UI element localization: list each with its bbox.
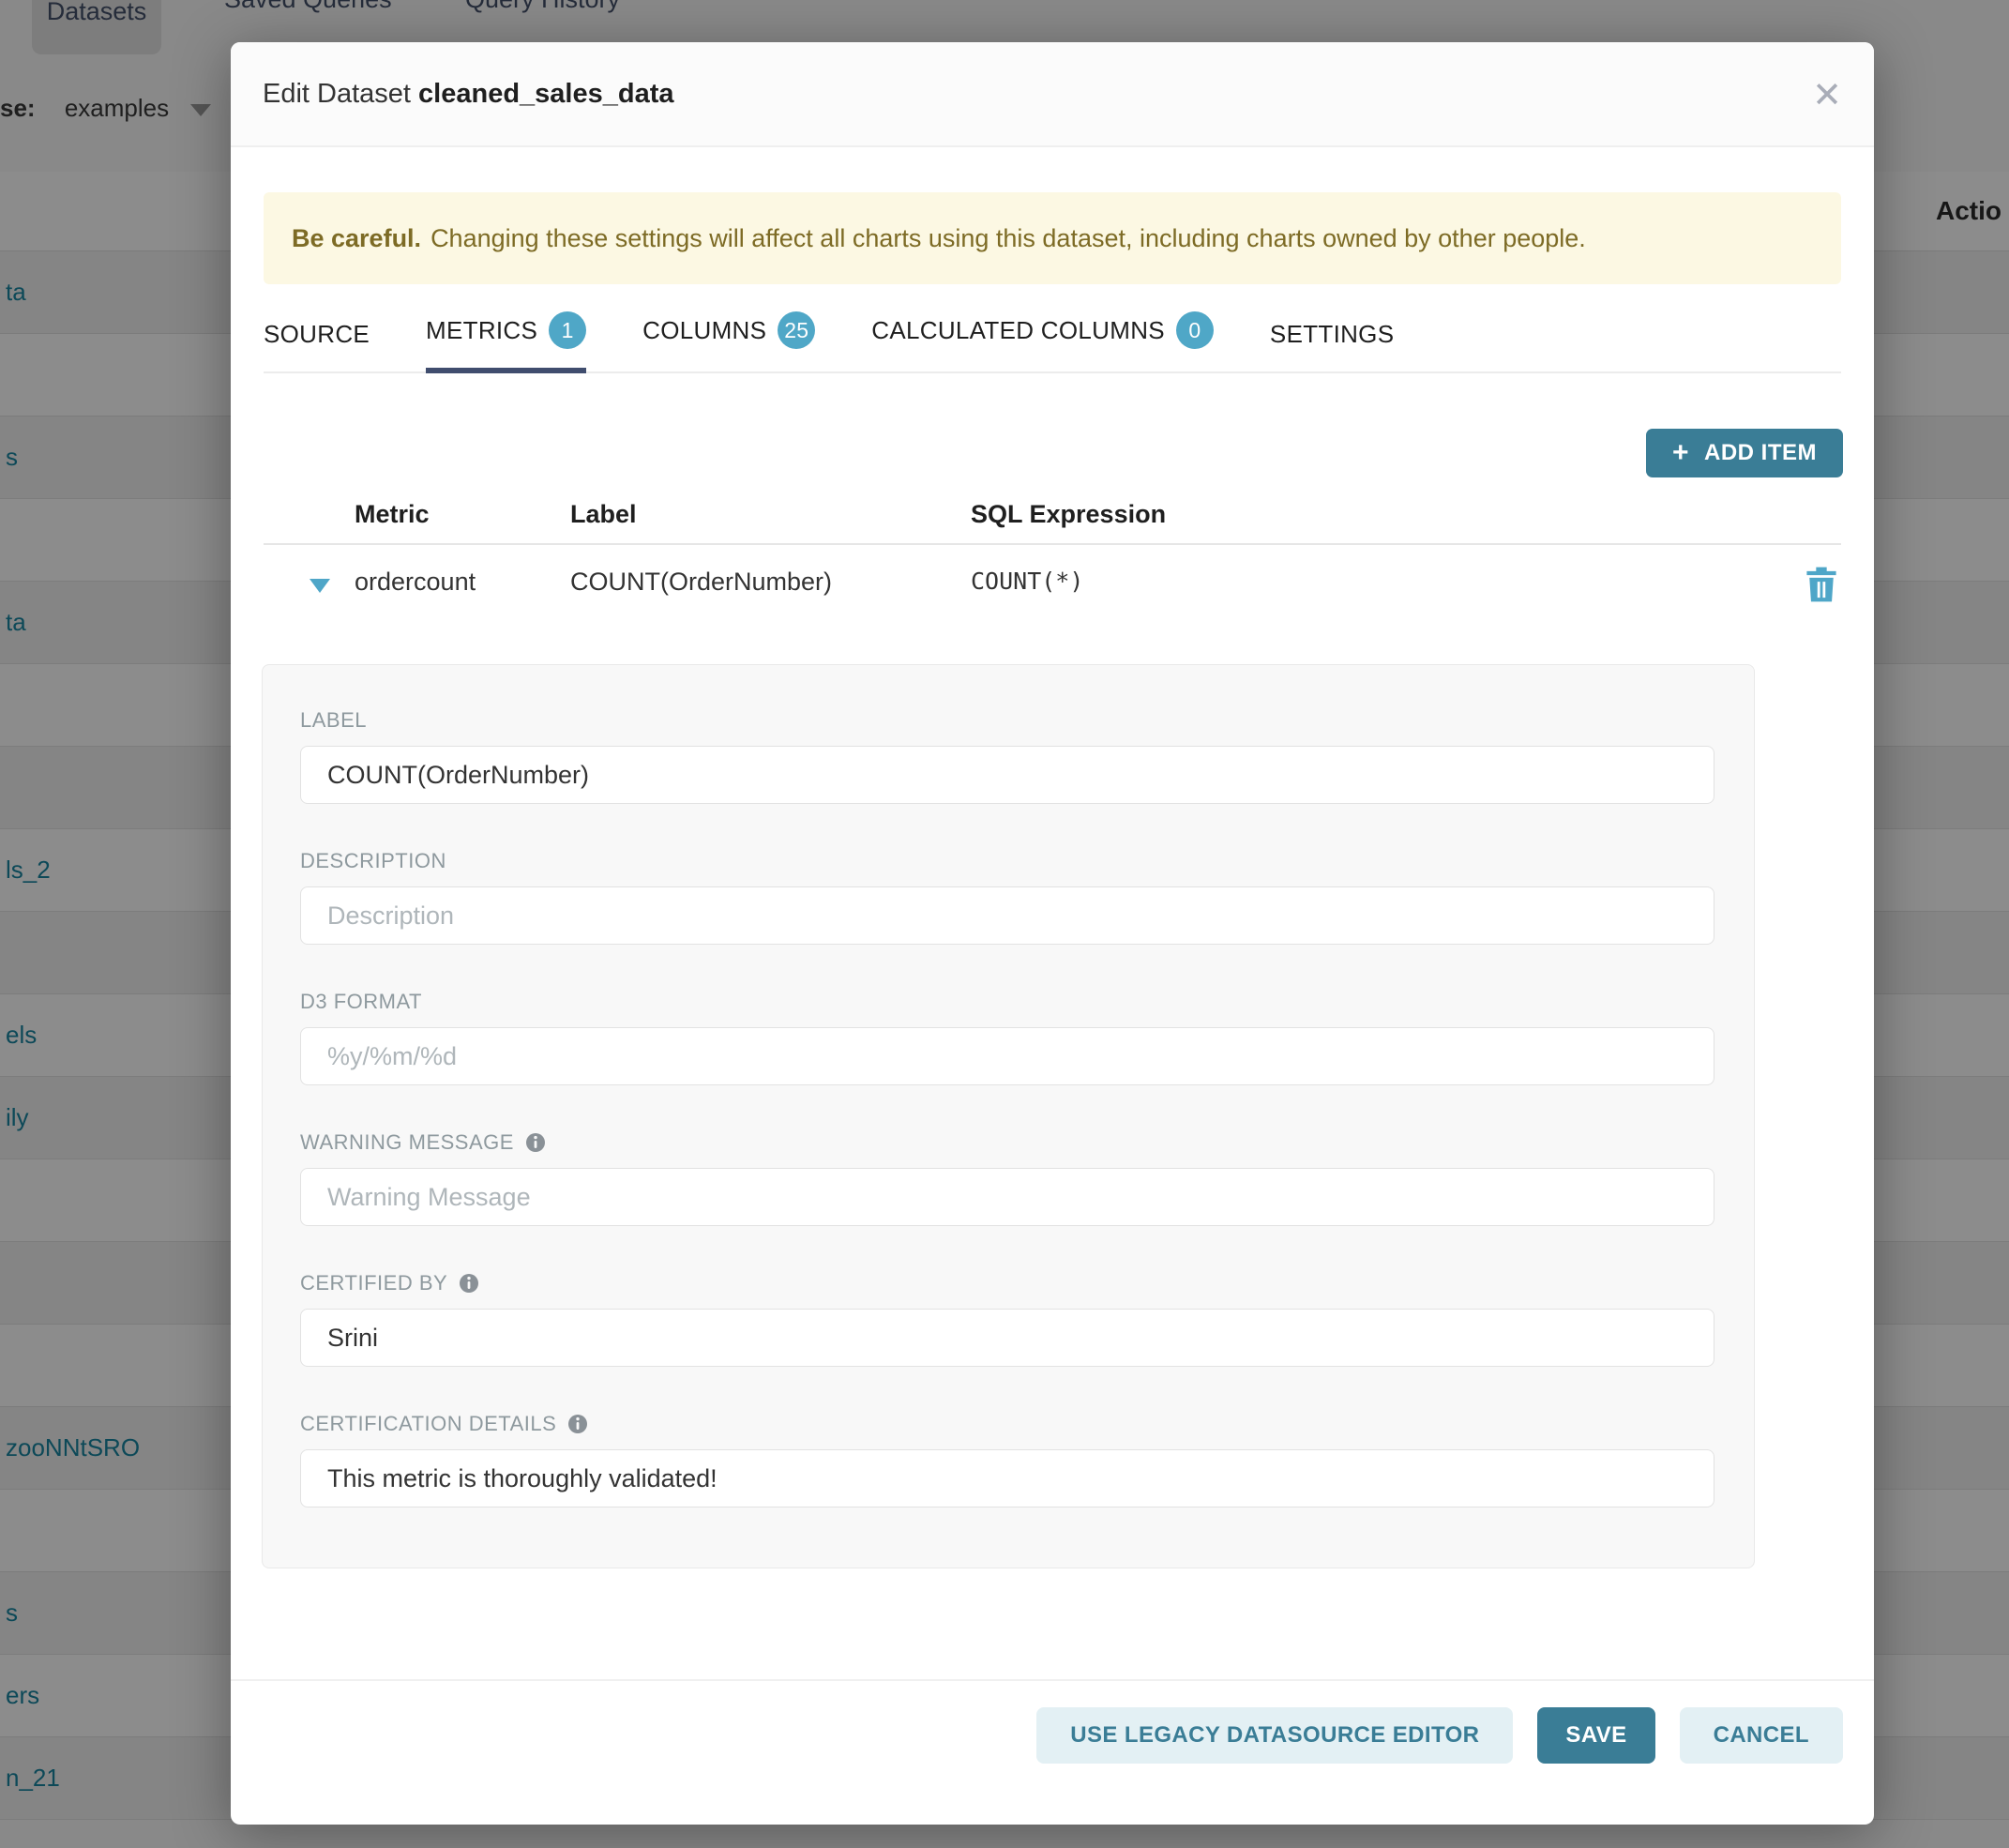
field-d3-format-caption: D3 FORMAT [300, 990, 1714, 1014]
warning-banner: Be careful. Changing these settings will… [264, 192, 1841, 284]
tab-source[interactable]: SOURCE [264, 320, 370, 371]
d3-format-input[interactable] [300, 1027, 1714, 1085]
cancel-button[interactable]: CANCEL [1680, 1707, 1843, 1764]
info-icon [525, 1132, 546, 1153]
field-certification-details: CERTIFICATION DETAILS [300, 1412, 1714, 1507]
modal-footer: USE LEGACY DATASOURCE EDITOR SAVE CANCEL [1036, 1707, 1843, 1764]
metric-label: COUNT(OrderNumber) [570, 568, 832, 597]
metrics-count-badge: 1 [549, 311, 586, 349]
footer-divider [231, 1679, 1874, 1681]
field-certified-by: CERTIFIED BY [300, 1271, 1714, 1367]
warning-banner-text: Changing these settings will affect all … [430, 224, 1586, 253]
save-button[interactable]: SAVE [1537, 1707, 1654, 1764]
field-label: LABEL [300, 708, 1714, 804]
modal-tabs: SOURCE METRICS 1 COLUMNS 25 CALCULATED C… [264, 295, 1841, 373]
modal-title-prefix: Edit Dataset [263, 79, 418, 109]
modal-title-dataset-name: cleaned_sales_data [418, 79, 673, 109]
tab-metrics-label: METRICS [426, 316, 537, 345]
label-column-header: Label [570, 500, 637, 529]
certified-by-input[interactable] [300, 1309, 1714, 1367]
sql-expression-column-header: SQL Expression [971, 500, 1166, 529]
trash-icon[interactable] [1805, 566, 1837, 603]
metric-row: ordercount COUNT(OrderNumber) COUNT(*) [264, 545, 1841, 624]
certification-details-input[interactable] [300, 1449, 1714, 1507]
field-warning-message-caption: WARNING MESSAGE [300, 1130, 514, 1155]
columns-count-badge: 25 [778, 311, 815, 349]
label-input[interactable] [300, 746, 1714, 804]
field-label-caption: LABEL [300, 708, 1714, 733]
metric-detail-panel: LABEL DESCRIPTION D3 FORMAT WARNING MESS… [262, 664, 1755, 1568]
warning-banner-bold: Be careful. [292, 224, 421, 253]
field-certification-details-caption: CERTIFICATION DETAILS [300, 1412, 556, 1436]
use-legacy-datasource-editor-button[interactable]: USE LEGACY DATASOURCE EDITOR [1036, 1707, 1513, 1764]
tab-calculated-columns-label: CALCULATED COLUMNS [871, 316, 1165, 345]
field-description: DESCRIPTION [300, 849, 1714, 945]
modal-title: Edit Dataset cleaned_sales_data [263, 79, 674, 110]
tab-settings-label: SETTINGS [1270, 320, 1394, 349]
tab-columns[interactable]: COLUMNS 25 [642, 311, 815, 371]
tab-columns-label: COLUMNS [642, 316, 766, 345]
field-warning-message: WARNING MESSAGE [300, 1130, 1714, 1226]
tab-calculated-columns[interactable]: CALCULATED COLUMNS 0 [871, 311, 1214, 371]
warning-message-input[interactable] [300, 1168, 1714, 1226]
metric-sql-expression: COUNT(*) [971, 568, 1083, 595]
tab-metrics[interactable]: METRICS 1 [426, 311, 586, 371]
field-certified-by-caption: CERTIFIED BY [300, 1271, 447, 1295]
info-icon [459, 1273, 479, 1294]
tab-source-label: SOURCE [264, 320, 370, 349]
edit-dataset-modal: Edit Dataset cleaned_sales_data ✕ Be car… [231, 42, 1874, 1825]
add-item-button[interactable]: + ADD ITEM [1646, 429, 1843, 477]
modal-header: Edit Dataset cleaned_sales_data ✕ [231, 42, 1874, 147]
tab-settings[interactable]: SETTINGS [1270, 320, 1394, 371]
datasets-page: Datasets Saved Queries Query History se:… [0, 0, 2009, 1848]
info-icon [567, 1414, 588, 1434]
plus-icon: + [1672, 439, 1689, 467]
close-icon[interactable]: ✕ [1805, 72, 1850, 117]
add-item-label: ADD ITEM [1704, 440, 1817, 466]
field-description-caption: DESCRIPTION [300, 849, 1714, 873]
description-input[interactable] [300, 886, 1714, 945]
field-d3-format: D3 FORMAT [300, 990, 1714, 1085]
metric-column-header: Metric [355, 500, 430, 529]
collapse-caret-icon[interactable] [310, 579, 330, 593]
calculated-columns-count-badge: 0 [1176, 311, 1214, 349]
metric-name: ordercount [355, 568, 476, 597]
metrics-table-header: Metric Label SQL Expression [264, 491, 1841, 545]
